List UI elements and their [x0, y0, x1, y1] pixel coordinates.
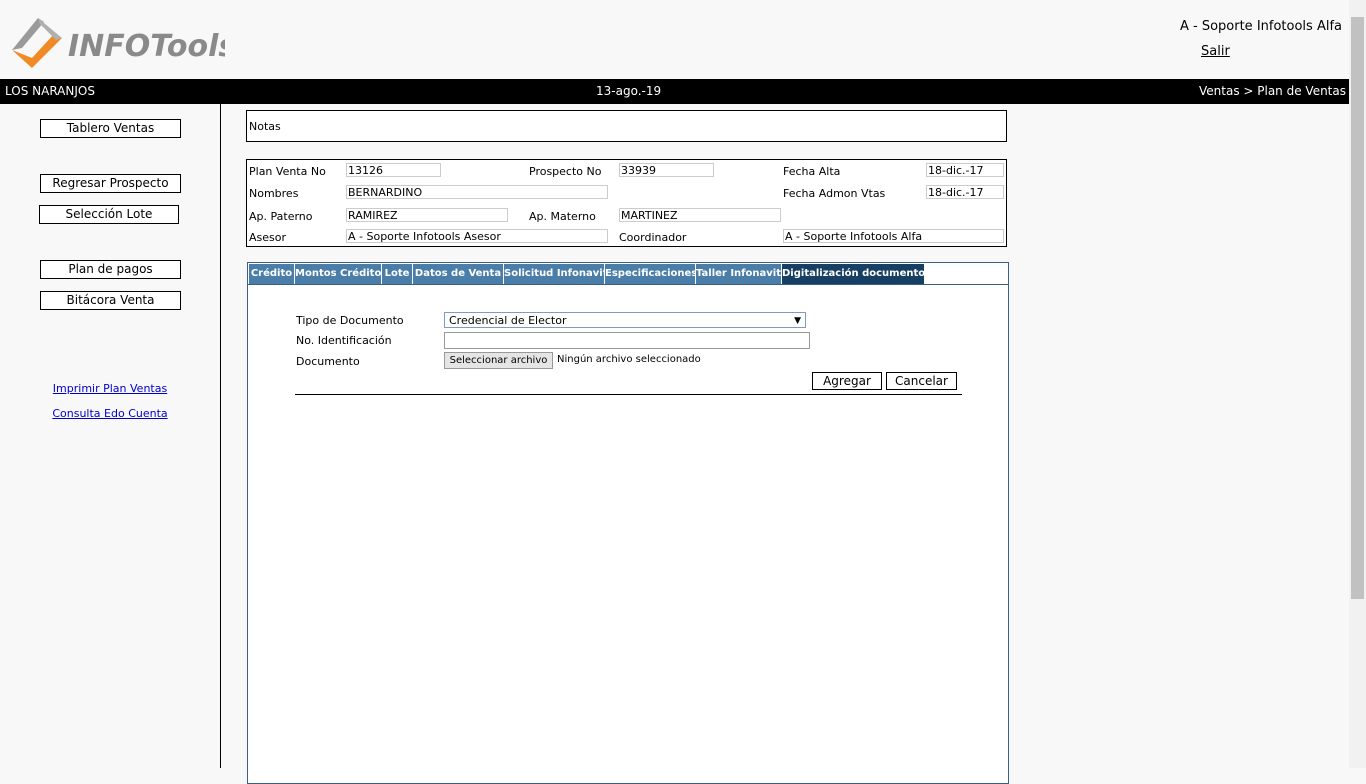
- seleccion-lote-button[interactable]: Selección Lote: [39, 205, 179, 224]
- regresar-prospecto-button[interactable]: Regresar Prospecto: [40, 174, 181, 193]
- tab-panel: Crédito Montos Crédito Lote Datos de Ven…: [247, 262, 1009, 784]
- infotools-logo: INFOTools: [10, 12, 236, 72]
- fecha-alta-value: 18-dic.-17: [926, 163, 1004, 177]
- asesor-label: Asesor: [249, 231, 287, 244]
- tab-strip: Crédito Montos Crédito Lote Datos de Ven…: [248, 263, 1008, 285]
- sidebar-divider: [220, 104, 221, 768]
- tab-solicitud-infonavit[interactable]: Solicitud Infonavit: [504, 264, 607, 284]
- top-bar: LOS NARANJOS 13-ago.-19 Ventas > Plan de…: [0, 79, 1349, 104]
- logo-text: INFOTools: [68, 29, 225, 64]
- ap-materno-value: MARTINEZ: [619, 208, 781, 222]
- plan-venta-label: Plan Venta No: [249, 165, 326, 178]
- tipo-documento-value: Credencial de Elector: [449, 314, 567, 327]
- logo-mark-icon: INFOTools: [12, 18, 236, 68]
- fecha-admon-label: Fecha Admon Vtas: [783, 187, 886, 200]
- documento-label: Documento: [296, 355, 360, 368]
- asesor-value: A - Soporte Infotools Asesor: [346, 229, 608, 243]
- prospecto-value: 33939: [619, 163, 714, 177]
- nombres-value: BERNARDINO: [346, 185, 608, 199]
- ap-materno-label: Ap. Materno: [529, 210, 596, 223]
- tab-credito[interactable]: Crédito: [249, 264, 295, 284]
- ap-paterno-label: Ap. Paterno: [249, 210, 313, 223]
- prospecto-label: Prospecto No: [529, 165, 602, 178]
- tab-especificaciones[interactable]: Especificaciones: [605, 264, 697, 284]
- bitacora-venta-button[interactable]: Bitácora Venta: [40, 291, 181, 310]
- agregar-button[interactable]: Agregar: [812, 372, 882, 390]
- ap-paterno-value: RAMIREZ: [346, 208, 508, 222]
- tab-lote[interactable]: Lote: [382, 264, 413, 284]
- cancelar-button[interactable]: Cancelar: [886, 372, 957, 390]
- tablero-ventas-button[interactable]: Tablero Ventas: [40, 119, 181, 138]
- plan-venta-value: 13126: [346, 163, 441, 177]
- breadcrumb: Ventas > Plan de Ventas: [1199, 84, 1346, 98]
- page-scrollbar[interactable]: [1349, 0, 1366, 768]
- tab-montos-credito[interactable]: Montos Crédito: [295, 264, 382, 284]
- coordinador-label: Coordinador: [619, 231, 687, 244]
- tipo-documento-select[interactable]: Credencial de Elector ▼: [444, 312, 806, 328]
- plan-de-pagos-button[interactable]: Plan de pagos: [40, 260, 181, 279]
- form-divider: [295, 394, 962, 395]
- current-user-name: A - Soporte Infotools Alfa: [1179, 19, 1342, 34]
- company-name: LOS NARANJOS: [5, 84, 95, 98]
- current-date: 13-ago.-19: [596, 84, 662, 98]
- file-status-text: Ningún archivo seleccionado: [557, 354, 701, 365]
- tab-digitalizacion-documentos[interactable]: Digitalización documentos: [782, 264, 931, 284]
- sale-info-panel: Plan Venta No 13126 Prospecto No 33939 F…: [246, 159, 1007, 247]
- dropdown-arrow-icon: ▼: [794, 316, 801, 326]
- consulta-edo-cuenta-link[interactable]: Consulta Edo Cuenta: [25, 407, 195, 420]
- logout-link[interactable]: Salir: [1201, 44, 1230, 59]
- notes-label: Notas: [249, 120, 281, 133]
- imprimir-plan-ventas-link[interactable]: Imprimir Plan Ventas: [25, 382, 195, 395]
- no-identificacion-label: No. Identificación: [296, 334, 392, 347]
- no-identificacion-input[interactable]: [444, 332, 810, 349]
- scrollbar-thumb[interactable]: [1351, 17, 1364, 599]
- notes-box: Notas: [246, 110, 1007, 142]
- tab-taller-infonavit[interactable]: Taller Infonavit: [696, 264, 782, 284]
- fecha-admon-value: 18-dic.-17: [926, 185, 1004, 199]
- tab-datos-de-venta[interactable]: Datos de Venta: [413, 264, 504, 284]
- fecha-alta-label: Fecha Alta: [783, 165, 841, 178]
- coordinador-value: A - Soporte Infotools Alfa: [783, 229, 1004, 243]
- select-file-button[interactable]: Seleccionar archivo: [444, 352, 553, 369]
- tipo-documento-label: Tipo de Documento: [296, 314, 404, 327]
- nombres-label: Nombres: [249, 187, 299, 200]
